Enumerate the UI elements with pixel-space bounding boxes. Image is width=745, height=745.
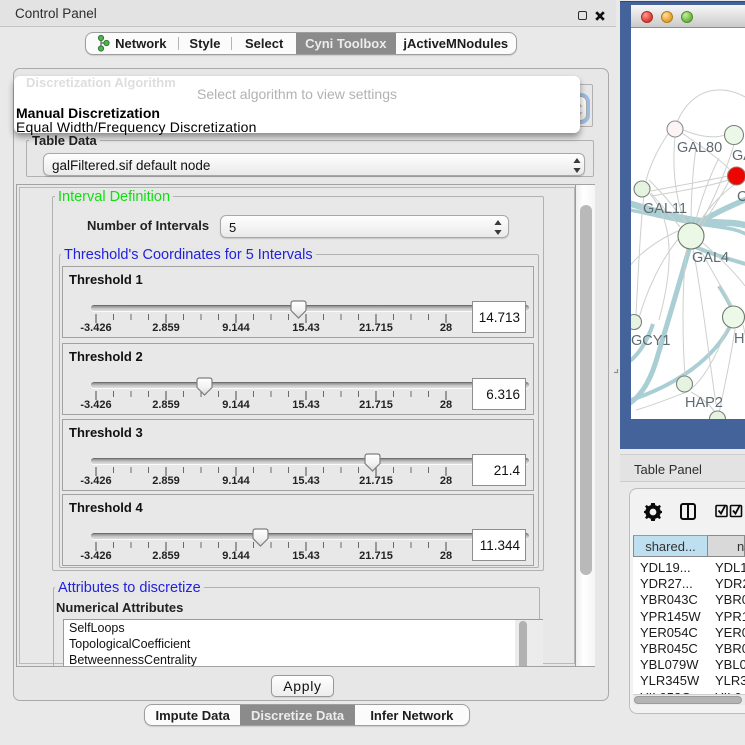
svg-text:GA: GA <box>732 148 745 164</box>
svg-text:C: C <box>737 189 745 205</box>
svg-text:GAL4: GAL4 <box>692 250 729 266</box>
svg-text:HAP2: HAP2 <box>685 395 723 411</box>
svg-text:H: H <box>734 331 744 347</box>
svg-text:GAL80: GAL80 <box>677 140 722 156</box>
svg-text:GAL11: GAL11 <box>643 201 687 217</box>
svg-text:GCY1: GCY1 <box>631 333 671 349</box>
